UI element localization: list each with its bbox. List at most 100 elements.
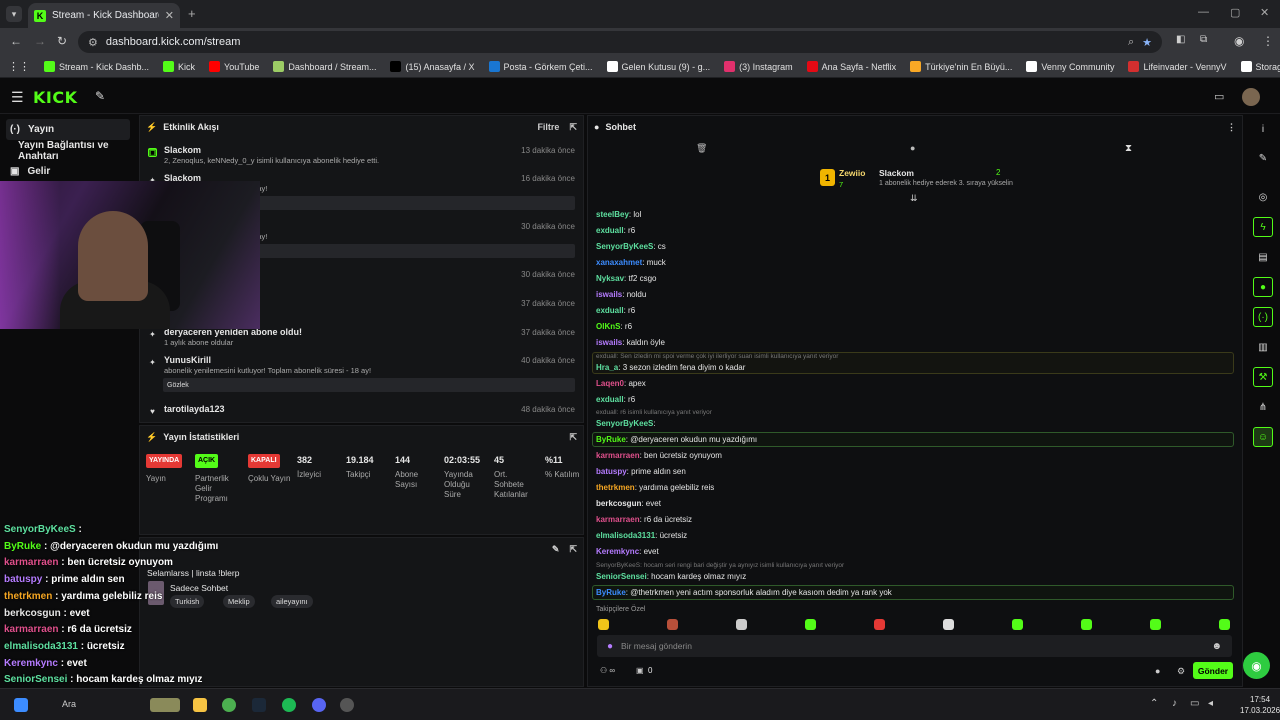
spotify-icon[interactable]	[282, 698, 296, 712]
chat-username[interactable]: ByRuke	[596, 588, 626, 597]
windows-start-icon[interactable]	[14, 698, 28, 712]
browser-tab[interactable]: K Stream - Kick Dashboard ✕	[28, 3, 180, 28]
bookmark-item[interactable]: Gelen Kutusu (9) - g...	[606, 61, 710, 72]
sidebar-item-stream-key[interactable]: Yayın Bağlantısı ve Anahtarı	[14, 140, 138, 162]
minimize-icon[interactable]: —	[1198, 6, 1209, 18]
chat-username[interactable]: exduall	[596, 306, 624, 315]
bookmark-item[interactable]: Ana Sayfa - Netflix	[806, 61, 896, 72]
close-tab-icon[interactable]: ✕	[165, 9, 174, 22]
chat-username[interactable]: karmarraen	[596, 451, 640, 460]
bookmark-item[interactable]: (3) Instagram	[724, 61, 793, 72]
settings-gear-icon[interactable]: ⚙	[1177, 666, 1185, 677]
site-info-icon[interactable]: ⚙	[88, 36, 98, 49]
info-icon[interactable]: i	[1253, 119, 1273, 139]
pencil-icon[interactable]: ✎	[1253, 148, 1273, 168]
category-name[interactable]: Sadece Sohbet	[170, 583, 228, 593]
emote-icon[interactable]	[1012, 619, 1023, 630]
stream-tag[interactable]: aileyayını	[271, 595, 313, 608]
bookmark-item[interactable]: Venny Community	[1026, 61, 1114, 72]
bookmark-item[interactable]: Dashboard / Stream...	[273, 61, 376, 72]
chat-username[interactable]: Laqen0	[596, 379, 624, 388]
hourglass-icon[interactable]: ⧗	[1125, 143, 1132, 154]
wrench-icon[interactable]: ⚒	[1253, 367, 1273, 387]
chat-username[interactable]: batuspy	[596, 467, 627, 476]
sidebar-item-gelir[interactable]: ▣ Gelir	[6, 161, 130, 182]
emote-icon[interactable]	[1219, 619, 1230, 630]
chat-username[interactable]: thetrkmen	[596, 483, 635, 492]
discord-icon[interactable]	[312, 698, 326, 712]
stream-tag[interactable]: Meklip	[223, 595, 255, 608]
bookmark-item[interactable]: YouTube	[209, 61, 259, 72]
network-icon[interactable]: ▭	[1190, 698, 1199, 709]
lightning-icon[interactable]: ϟ	[1253, 217, 1273, 237]
pin-icon[interactable]: ✎	[95, 89, 105, 103]
chat-username[interactable]: iswails	[596, 338, 622, 347]
close-window-icon[interactable]: ✕	[1260, 6, 1269, 19]
bookmark-star-icon[interactable]: ★	[1142, 36, 1152, 49]
chat-icon[interactable]: ●	[1253, 277, 1273, 297]
user-avatar[interactable]	[1242, 88, 1260, 106]
chat-username[interactable]: berkcosgun	[596, 499, 641, 508]
zoom-icon[interactable]: ⌕	[1128, 36, 1134, 49]
send-button[interactable]: Gönder	[1193, 662, 1233, 679]
filter-button[interactable]: Filtre	[537, 122, 559, 132]
chat-username[interactable]: ByRuke	[596, 435, 626, 444]
emote-icon[interactable]	[1081, 619, 1092, 630]
emote-icon[interactable]	[667, 619, 678, 630]
reload-icon[interactable]: ↻	[57, 34, 67, 48]
address-bar[interactable]: ⚙ dashboard.kick.com/stream ⌕ ★	[78, 31, 1162, 53]
display-settings-icon[interactable]: ▭	[1214, 90, 1224, 103]
chat-username[interactable]: SenyorByKeeS	[596, 242, 653, 251]
stream-tag[interactable]: Turkish	[170, 595, 205, 608]
chrome-icon[interactable]	[222, 698, 236, 712]
bookmark-item[interactable]: Türkiye'nin En Büyü...	[910, 61, 1012, 72]
popout-icon[interactable]: ⇱	[569, 122, 577, 133]
widget-icon[interactable]	[150, 698, 180, 712]
bookmark-item[interactable]: Stream - Kick Dashb...	[44, 61, 149, 72]
chat-username[interactable]: karmarraen	[596, 515, 640, 524]
taskbar-search[interactable]: Ara	[62, 699, 76, 709]
broadcast-icon[interactable]: (·)	[1253, 307, 1273, 327]
emote-icon[interactable]	[874, 619, 885, 630]
tray-chevron-icon[interactable]: ⌃	[1150, 698, 1158, 709]
new-tab-icon[interactable]: +	[188, 6, 196, 21]
volume-icon[interactable]: ◂	[1208, 698, 1213, 709]
chat-username[interactable]: exduall	[596, 226, 624, 235]
file-icon[interactable]: ▤	[1253, 247, 1273, 267]
bookmark-item[interactable]: Kick	[163, 61, 195, 72]
chat-options-icon[interactable]: ⋮	[1227, 122, 1236, 133]
trash-icon[interactable]: 🗑	[696, 143, 707, 154]
microphone-icon[interactable]: ♪	[1172, 698, 1177, 709]
chat-mode-icon[interactable]: ●	[910, 143, 915, 153]
tab-search-icon[interactable]: ▾	[6, 6, 22, 22]
maximize-icon[interactable]: ▢	[1230, 6, 1240, 19]
profile-icon[interactable]: ◉	[1234, 34, 1244, 48]
edit-icon[interactable]: ✎	[552, 544, 560, 555]
share-icon[interactable]: ⋔	[1253, 397, 1273, 417]
hamburger-menu-icon[interactable]: ☰	[11, 89, 24, 106]
mic-icon[interactable]: ●	[607, 641, 613, 652]
kick-logo[interactable]: KICK	[33, 88, 78, 107]
bookmark-item[interactable]: Posta - Görkem Çeti...	[488, 61, 593, 72]
emote-icon[interactable]	[1150, 619, 1161, 630]
points-icon[interactable]: ⚇ ∞	[600, 666, 615, 675]
chat-username[interactable]: SenyorByKeeS	[596, 419, 653, 428]
bookmark-item[interactable]: Lifeinvader - VennyV	[1128, 61, 1227, 72]
chat-username[interactable]: steelBey	[596, 210, 629, 219]
forward-icon[interactable]: →	[34, 34, 46, 48]
file-explorer-icon[interactable]	[193, 698, 207, 712]
gift-icon[interactable]: ▣	[636, 666, 644, 675]
chat-username[interactable]: iswails	[596, 290, 622, 299]
chat-username[interactable]: xanaxahmet	[596, 258, 642, 267]
bookmark-item[interactable]: (15) Anasayfa / X	[390, 61, 475, 72]
chat-fab-icon[interactable]: ◉	[1243, 652, 1270, 679]
chat-username[interactable]: SeniorSensei	[596, 572, 647, 581]
camera-icon[interactable]: ◎	[1253, 187, 1273, 207]
popout-icon[interactable]: ⇱	[569, 432, 577, 443]
emote-icon[interactable]	[598, 619, 609, 630]
bot-icon[interactable]: ☺	[1253, 427, 1273, 447]
sidebar-item-yayin[interactable]: (·) Yayın	[6, 119, 130, 140]
obs-icon[interactable]	[340, 698, 354, 712]
chat-username[interactable]: Keremkync	[596, 547, 639, 556]
chat-bubble-icon[interactable]: ●	[1155, 666, 1160, 676]
